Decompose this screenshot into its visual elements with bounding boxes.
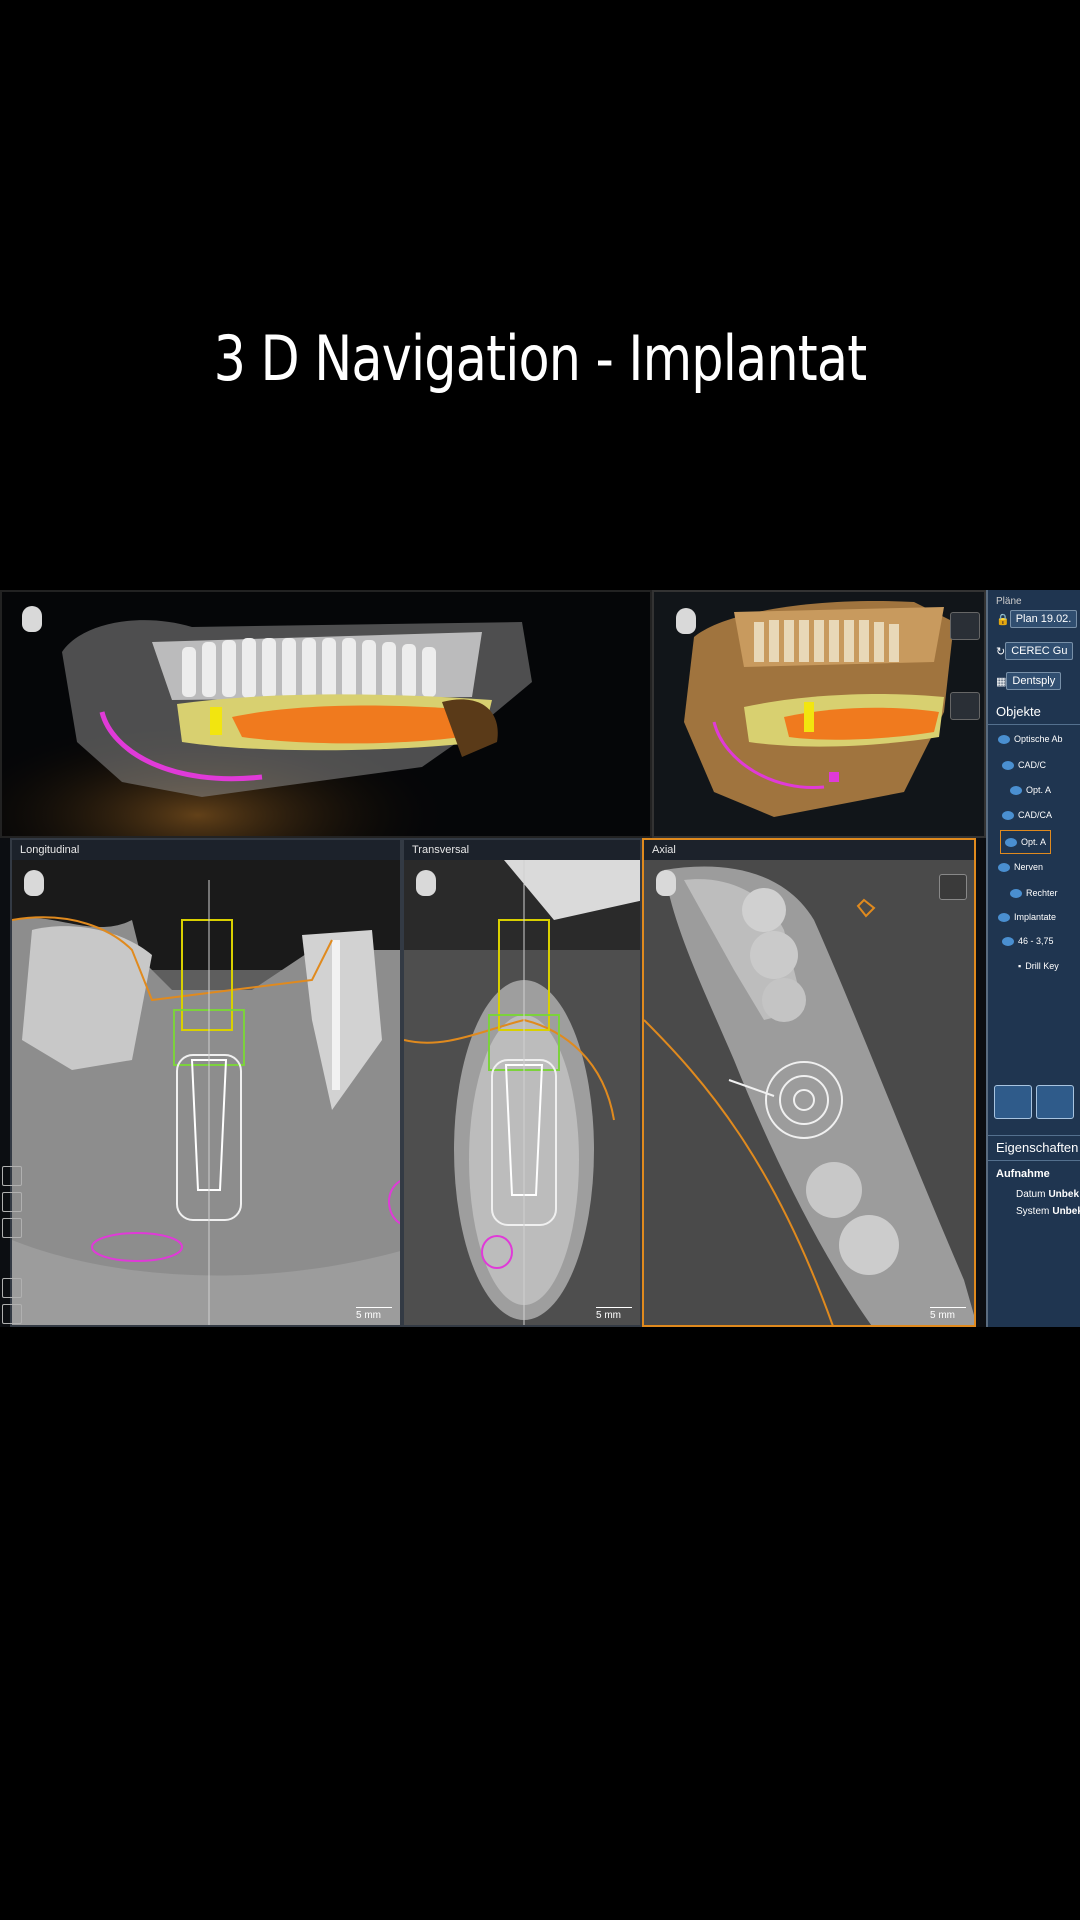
- scale-bar: 5 mm: [596, 1307, 632, 1321]
- plan-label: Plan 19.02.: [1009, 610, 1078, 628]
- left-toolbar: [0, 1160, 22, 1327]
- tree-item[interactable]: ▪ Drill Key: [1018, 955, 1059, 977]
- tree-item[interactable]: CAD/C: [1002, 754, 1046, 776]
- orientation-head-icon[interactable]: [22, 606, 42, 632]
- tree-item[interactable]: Optische Ab: [998, 728, 1063, 750]
- longitudinal-ct-image: [12, 860, 400, 1325]
- axial-ct-image: [644, 860, 974, 1325]
- transversal-ct-image: [404, 860, 640, 1325]
- cerec-label: CEREC Gu: [1005, 642, 1074, 660]
- system-row: System Unbek: [1016, 1205, 1080, 1217]
- orientation-head-icon[interactable]: [676, 608, 696, 634]
- tree-item-selected[interactable]: Opt. A: [1000, 830, 1052, 854]
- view-header: Axial: [644, 840, 974, 860]
- panoramic-3d-view[interactable]: [0, 590, 652, 838]
- layout-icon[interactable]: [2, 1304, 22, 1324]
- visibility-icon[interactable]: [1002, 810, 1014, 820]
- scale-bar: 5 mm: [930, 1307, 966, 1321]
- visibility-icon[interactable]: [998, 862, 1010, 872]
- layout-icon[interactable]: [2, 1218, 22, 1238]
- dental-planning-software-screen: Longitudinal 5 mm Transversal 5 mm Axial…: [0, 590, 1080, 1327]
- visibility-icon[interactable]: [1010, 888, 1022, 898]
- dentsply-label: Dentsply: [1006, 672, 1062, 690]
- box-icon: ▦: [996, 675, 1007, 688]
- dentsply-button[interactable]: ▦ Dentsply: [996, 670, 1062, 692]
- volume-3d-image: [654, 592, 984, 836]
- tree-item[interactable]: Rechter: [1010, 882, 1058, 904]
- right-sidebar: Pläne 🔒 Plan 19.02. ↻ CEREC Gu ▦ Dentsply O…: [986, 590, 1080, 1327]
- tree-item[interactable]: 46 - 3,75: [1002, 930, 1054, 952]
- tree-item[interactable]: Nerven: [998, 856, 1043, 878]
- longitudinal-view[interactable]: Longitudinal 5 mm: [10, 838, 402, 1327]
- page-title: 3 D Navigation - Implantat: [213, 322, 868, 395]
- view-tool-button[interactable]: [950, 692, 980, 720]
- view-header: Longitudinal: [12, 840, 400, 860]
- transversal-view[interactable]: Transversal 5 mm: [402, 838, 642, 1327]
- visibility-icon[interactable]: [1010, 785, 1022, 795]
- plan-selector[interactable]: 🔒 Plan 19.02.: [996, 608, 1078, 630]
- axial-view[interactable]: Axial 5 mm: [642, 838, 976, 1327]
- visibility-icon[interactable]: [1005, 837, 1017, 847]
- orientation-head-icon[interactable]: [656, 870, 676, 896]
- view-header: Transversal: [404, 840, 640, 860]
- tree-item[interactable]: CAD/CA: [1002, 804, 1052, 826]
- tree-item[interactable]: Implantate: [998, 906, 1056, 928]
- orientation-head-icon[interactable]: [24, 870, 44, 896]
- visibility-icon[interactable]: [998, 734, 1010, 744]
- layout-icon[interactable]: [2, 1278, 22, 1298]
- cerec-guide-button[interactable]: ↻ CEREC Gu: [996, 640, 1074, 662]
- view-tool-button[interactable]: [950, 612, 980, 640]
- orientation-head-icon[interactable]: [416, 870, 436, 896]
- crosshair-tool-button[interactable]: [994, 1085, 1032, 1119]
- visibility-icon[interactable]: [1002, 760, 1014, 770]
- layout-icon[interactable]: [2, 1166, 22, 1186]
- drill-key-icon: ▪: [1018, 961, 1022, 971]
- properties-title: Eigenschaften: [988, 1135, 1080, 1161]
- layout-icon[interactable]: [2, 1192, 22, 1212]
- visibility-icon[interactable]: [1002, 936, 1014, 946]
- lock-icon: 🔒: [996, 613, 1010, 626]
- recording-label: Aufnahme: [996, 1168, 1050, 1180]
- scale-bar: 5 mm: [356, 1307, 392, 1321]
- refresh-icon: ↻: [996, 645, 1006, 658]
- objects-title: Objekte: [988, 700, 1080, 725]
- panoramic-3d-image: [2, 592, 650, 836]
- measure-tool-button[interactable]: [1036, 1085, 1074, 1119]
- brightness-icon[interactable]: [939, 874, 967, 900]
- visibility-icon[interactable]: [998, 912, 1010, 922]
- tree-item[interactable]: Opt. A: [1010, 779, 1051, 801]
- volume-3d-view[interactable]: [652, 590, 986, 838]
